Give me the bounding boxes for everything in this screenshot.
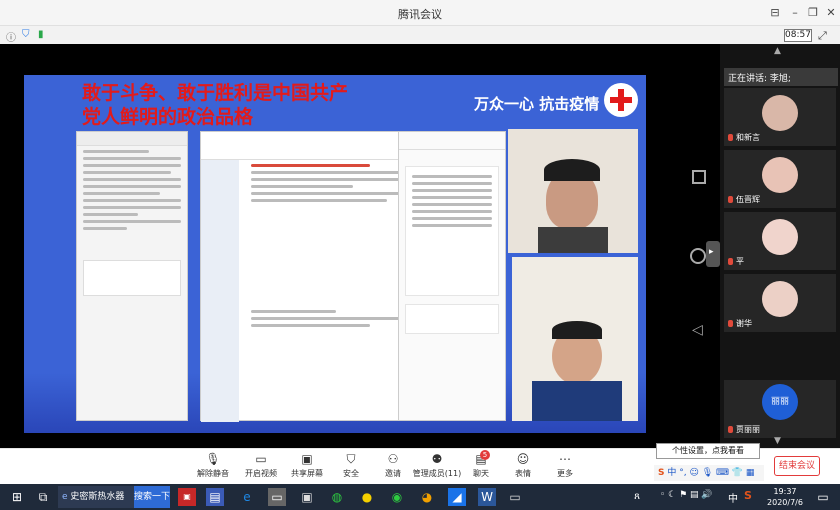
close-button[interactable]: ✕ [822, 4, 840, 22]
participant-name: 和新言 [736, 133, 760, 142]
signal-icon: ▮ [38, 29, 44, 40]
participant-tile[interactable]: 谢华 [724, 274, 836, 332]
mic-muted-icon: 🎙 [205, 452, 221, 466]
app-icon[interactable]: ◉ [388, 488, 406, 506]
emoji-button[interactable]: ☺ 表情 [500, 452, 546, 482]
participant-tile[interactable]: 和新言 [724, 88, 836, 146]
security-button[interactable]: ⛉ 安全 [328, 452, 374, 482]
app-icon[interactable]: ▣ [178, 488, 196, 506]
mic-muted-icon [728, 196, 733, 203]
emoji-icon: ☺ [516, 452, 530, 466]
more-button[interactable]: ⋯ 更多 [542, 452, 588, 482]
person-icon[interactable]: ጸ [628, 488, 646, 506]
meeting-timer: 08:57 [784, 29, 812, 42]
slide-slogan: 万众一心 抗击疫情 [474, 95, 600, 113]
share-screen-button[interactable]: ▣ 共享屏幕 [284, 452, 330, 482]
participant-name: 伍晋辉 [736, 195, 760, 204]
speaking-indicator: 正在讲话: 李旭; [724, 68, 838, 86]
participant-photo [508, 129, 638, 253]
end-meeting-button[interactable]: 结束会议 [774, 456, 820, 476]
app-icon[interactable]: ▤ [206, 488, 224, 506]
shield-icon: ⛉ [346, 452, 356, 466]
avatar [762, 157, 798, 193]
circle-nav-icon[interactable] [690, 248, 706, 264]
info-icon[interactable]: ⓘ [6, 29, 16, 44]
task-view-icon[interactable]: ⧉ [34, 488, 52, 506]
back-nav-icon[interactable]: ◁ [692, 322, 703, 338]
participant-name: 平 [736, 257, 744, 266]
shared-slide: 敢于斗争、敢于胜利是中国共产党人鲜明的政治品格 万众一心 抗击疫情 [24, 75, 646, 433]
participant-name: 贾丽丽 [736, 425, 760, 434]
camera-off-icon: ▭ [255, 452, 267, 466]
fullscreen-icon[interactable]: ⤢ [818, 29, 827, 43]
tencent-meeting-icon[interactable]: ◢ [448, 488, 466, 506]
unmute-button[interactable]: 🎙 解除静音 [190, 452, 236, 482]
ie-icon: e [62, 492, 68, 502]
system-clock[interactable]: 19:37 2020/7/6 [762, 486, 808, 508]
participant-photo [512, 257, 638, 421]
app-icon[interactable]: ▣ [298, 488, 316, 506]
mic-muted-icon [728, 258, 733, 265]
tray-lang[interactable]: 中 [728, 490, 738, 505]
email-screenshot [200, 131, 416, 422]
mic-muted-icon [728, 320, 733, 327]
avatar [762, 219, 798, 255]
chrome-icon[interactable]: ◕ [418, 488, 436, 506]
screen-share-icon: ▣ [301, 452, 313, 466]
more-icon: ⋯ [559, 452, 571, 466]
participant-name: 谢华 [736, 319, 752, 328]
notification-icon[interactable]: ▭ [814, 488, 832, 506]
invite-icon: ⚇ [387, 452, 399, 466]
ime-toolbar[interactable]: S 中 °, ☺ 🎙 ⌨ 👕 ▦ [654, 465, 764, 481]
chat-screenshot [76, 131, 188, 421]
ime-tooltip: 个性设置，点我看看 [656, 443, 760, 459]
minimize-button[interactable]: – [786, 4, 804, 22]
square-nav-icon[interactable] [692, 170, 706, 184]
wechat-icon[interactable]: ◍ [328, 488, 346, 506]
meeting-info-bar: ⓘ ⛉ ▮ [0, 26, 840, 44]
mic-muted-icon [728, 426, 733, 433]
search-button[interactable]: 搜索一下 [134, 486, 170, 508]
word-icon[interactable]: W [478, 488, 496, 506]
avatar: 丽丽 [762, 384, 798, 420]
sms-screenshot [398, 131, 506, 421]
collapse-sidebar-button[interactable]: ▸ [706, 241, 720, 267]
participant-tile[interactable]: 伍晋辉 [724, 150, 836, 208]
pin-icon[interactable]: ⊟ [766, 4, 784, 22]
mic-muted-icon [728, 134, 733, 141]
sogou-tray-icon[interactable]: S [744, 489, 752, 502]
sogou-icon: S [658, 468, 665, 478]
window-title: 腾讯会议 [398, 8, 442, 21]
start-video-button[interactable]: ▭ 开启视频 [238, 452, 284, 482]
edge-icon[interactable]: e [238, 488, 256, 506]
shield-icon[interactable]: ⛉ [22, 29, 30, 40]
avatar [762, 281, 798, 317]
red-cross-logo [604, 83, 638, 117]
participant-tile[interactable]: 平 [724, 212, 836, 270]
members-icon: ⚉ [431, 452, 443, 466]
tray-icons[interactable]: ◦ ☾ ⚑ ▤ 🔊 [660, 490, 713, 500]
manage-members-button[interactable]: ⚉ 管理成员(11) [410, 452, 464, 482]
chat-unread-badge: 5 [480, 450, 490, 460]
sidebar-up-icon[interactable]: ▲ [774, 46, 781, 56]
slide-headline: 敢于斗争、敢于胜利是中国共产党人鲜明的政治品格 [82, 82, 349, 128]
app-icon[interactable]: ▭ [268, 488, 286, 506]
app-icon[interactable]: ▭ [506, 488, 524, 506]
windows-start-icon[interactable]: ⊞ [8, 488, 26, 506]
restore-button[interactable]: ❐ [804, 4, 822, 22]
sidebar-down-icon[interactable]: ▼ [774, 436, 781, 446]
participant-tile[interactable]: 丽丽 贾丽丽 [724, 380, 836, 438]
avatar [762, 95, 798, 131]
app-icon[interactable]: ● [358, 488, 376, 506]
title-bar: 腾讯会议 ⊟ – ❐ ✕ [0, 0, 840, 26]
